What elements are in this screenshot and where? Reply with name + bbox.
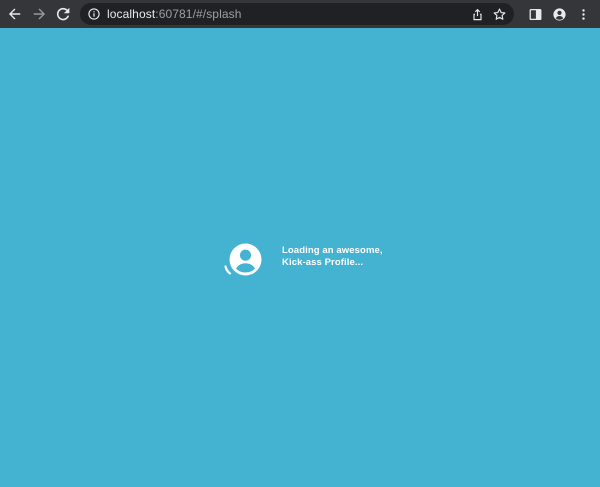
spinner	[224, 243, 264, 279]
address-bar[interactable]: localhost:60781/#/splash	[80, 3, 514, 25]
info-icon[interactable]	[88, 8, 100, 20]
back-arrow-icon	[8, 8, 21, 20]
loading-message: Loading an awesome, Kick-ass Profile...	[282, 245, 383, 270]
star-icon[interactable]	[490, 5, 508, 23]
kebab-menu-icon[interactable]	[572, 3, 594, 25]
url-text[interactable]: localhost:60781/#/splash	[107, 7, 464, 21]
back-button[interactable]	[4, 3, 26, 25]
account-circle-icon	[229, 243, 262, 276]
forward-arrow-icon	[33, 8, 46, 20]
loading-indicator: Loading an awesome, Kick-ass Profile...	[224, 243, 383, 279]
forward-button[interactable]	[28, 3, 50, 25]
reload-button[interactable]	[52, 3, 74, 25]
reload-icon	[56, 7, 70, 21]
side-panel-icon[interactable]	[524, 3, 546, 25]
share-icon[interactable]	[468, 5, 486, 23]
browser-window: localhost:60781/#/splash Loading an awes…	[0, 0, 600, 487]
splash-page: Loading an awesome, Kick-ass Profile...	[0, 28, 600, 487]
url-path: :60781/#/splash	[155, 7, 242, 21]
url-host: localhost	[107, 7, 156, 21]
loading-message-line-2: Kick-ass Profile...	[282, 257, 364, 268]
profile-icon[interactable]	[548, 3, 570, 25]
loading-message-line-1: Loading an awesome,	[282, 244, 383, 256]
browser-toolbar: localhost:60781/#/splash	[0, 0, 600, 28]
